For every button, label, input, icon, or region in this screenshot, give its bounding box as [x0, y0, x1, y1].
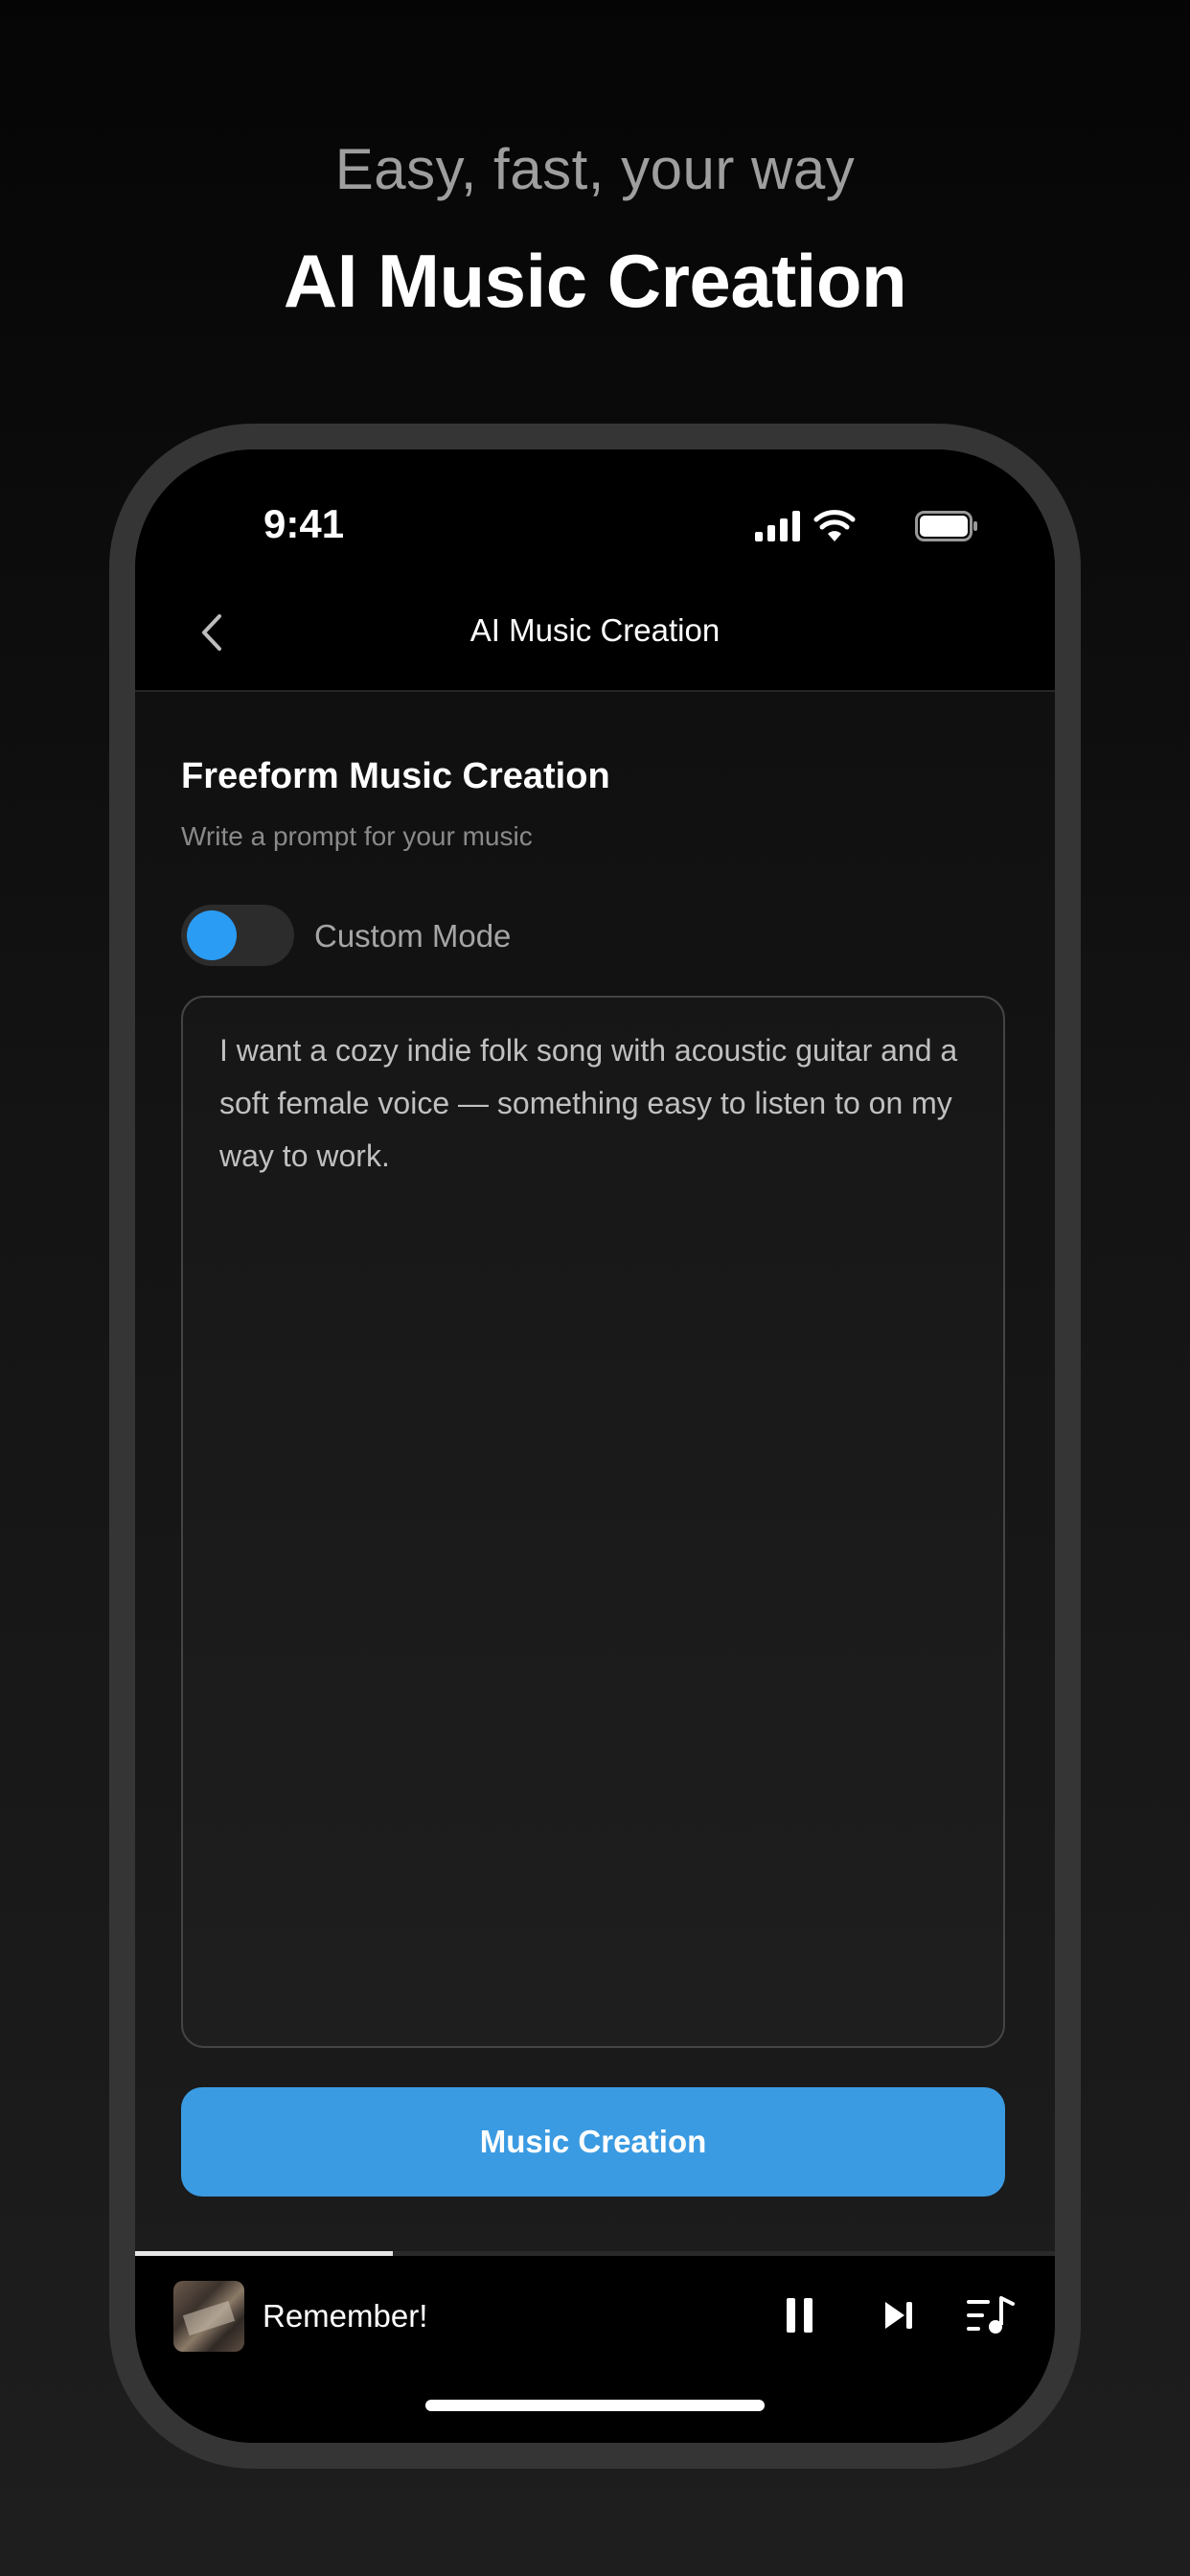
promo-headline: AI Music Creation [283, 239, 907, 323]
home-indicator[interactable] [425, 2400, 765, 2411]
phone-screen: 9:41 AI Music Creation Freeform Music Cr… [135, 449, 1055, 2443]
status-bar: 9:41 [135, 449, 1055, 574]
custom-mode-label: Custom Mode [314, 918, 512, 954]
status-time: 9:41 [263, 501, 345, 546]
music-creation-button[interactable]: Music Creation [181, 2087, 1005, 2196]
nav-title: AI Music Creation [469, 612, 721, 648]
home-indicator-area [135, 2380, 1055, 2443]
section-title: Freeform Music Creation [181, 756, 610, 796]
mini-player[interactable]: Remember! [135, 2256, 1055, 2380]
track-title: Remember! [263, 2298, 428, 2334]
battery-icon [915, 511, 977, 541]
status-icons [755, 509, 978, 543]
cellular-signal-icon [755, 511, 800, 541]
album-art [173, 2281, 244, 2352]
prompt-textarea[interactable]: I want a cozy indie folk song with acous… [181, 996, 1005, 2048]
prompt-text: I want a cozy indie folk song with acous… [219, 1033, 958, 1173]
queue-icon[interactable] [965, 2294, 1017, 2336]
promo-tagline: Easy, fast, your way [334, 137, 856, 201]
next-icon[interactable] [880, 2296, 918, 2334]
section-subtitle: Write a prompt for your music [181, 821, 533, 851]
nav-bar: AI Music Creation [135, 574, 1055, 692]
wifi-icon [813, 510, 856, 541]
custom-mode-toggle[interactable] [181, 905, 294, 966]
pause-icon[interactable] [783, 2294, 817, 2336]
toggle-knob [187, 910, 237, 960]
